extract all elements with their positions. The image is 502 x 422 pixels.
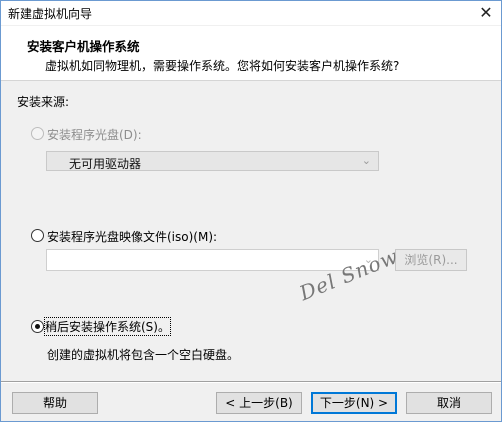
page-title: 安装客户机操作系统 [27, 39, 140, 54]
install-later-description: 创建的虚拟机将包含一个空白硬盘。 [47, 348, 240, 362]
install-source-label: 安装来源: [17, 95, 70, 109]
page-subtitle: 虚拟机如同物理机，需要操作系统。您将如何安装客户机操作系统? [45, 59, 400, 73]
help-button[interactable]: 帮助 [12, 392, 98, 414]
close-icon[interactable]: ✕ [477, 4, 495, 22]
chevron-down-icon: ⌄ [361, 154, 371, 167]
window-title: 新建虚拟机向导 [8, 7, 93, 21]
disc-drive-value: 无可用驱动器 [69, 157, 142, 171]
wizard-header: 安装客户机操作系统 虚拟机如同物理机，需要操作系统。您将如何安装客户机操作系统? [1, 26, 501, 81]
radio-install-iso[interactable] [31, 229, 44, 242]
radio-selected-dot [35, 324, 40, 329]
install-disc-label: 安装程序光盘(D): [47, 128, 142, 142]
cancel-button[interactable]: 取消 [406, 392, 492, 414]
radio-install-later[interactable] [31, 320, 44, 333]
next-button[interactable]: 下一步(N) > [311, 392, 397, 414]
back-button[interactable]: < 上一步(B) [216, 392, 302, 414]
iso-path-combo[interactable]: ⌄ [46, 249, 379, 271]
disc-drive-combo[interactable]: 无可用驱动器 ⌄ [46, 151, 379, 171]
wizard-window: 新建虚拟机向导 ✕ 安装客户机操作系统 虚拟机如同物理机，需要操作系统。您将如何… [0, 0, 502, 422]
title-bar: 新建虚拟机向导 ✕ [1, 1, 501, 25]
browse-button[interactable]: 浏览(R)... [395, 249, 467, 271]
radio-install-disc[interactable] [31, 127, 44, 140]
footer-divider [1, 381, 501, 383]
install-later-label: 稍后安装操作系统(S)。 [44, 317, 171, 336]
install-iso-label: 安装程序光盘映像文件(iso)(M): [47, 230, 218, 244]
